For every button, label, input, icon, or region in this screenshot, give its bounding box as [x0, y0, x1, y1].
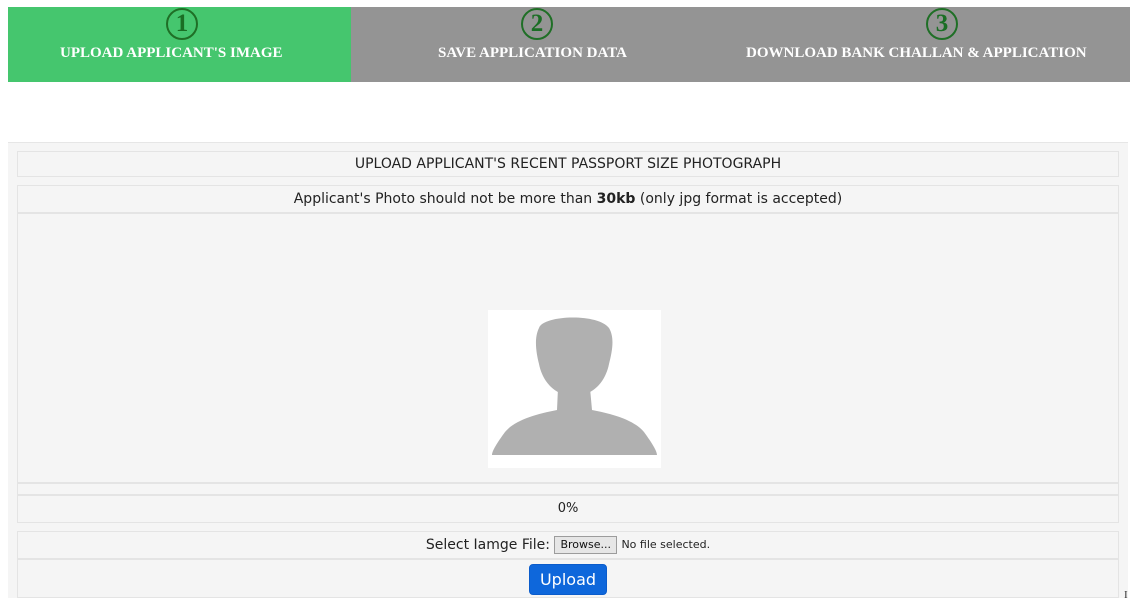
- size-limit: 30kb: [596, 191, 636, 207]
- upload-button[interactable]: Upload: [529, 564, 607, 595]
- photo-preview-row: [17, 213, 1119, 483]
- upload-panel: UPLOAD APPLICANT'S RECENT PASSPORT SIZE …: [8, 142, 1128, 598]
- step-upload-image: 1 UPLOAD APPLICANT'S IMAGE: [8, 7, 351, 82]
- upload-heading: UPLOAD APPLICANT'S RECENT PASSPORT SIZE …: [17, 151, 1119, 177]
- step-label: UPLOAD APPLICANT'S IMAGE: [60, 45, 283, 61]
- file-label: Select Iamge File:: [425, 537, 550, 553]
- file-select-row: Select Iamge File: Browse... No file sel…: [17, 531, 1119, 559]
- size-note: Applicant's Photo should not be more tha…: [17, 185, 1119, 213]
- step-number: 2: [521, 8, 553, 40]
- file-status: No file selected.: [621, 538, 711, 551]
- person-silhouette-icon: [492, 317, 657, 455]
- spacer-row: [17, 483, 1119, 495]
- step-save-application: 2 SAVE APPLICATION DATA: [351, 7, 715, 82]
- step-label: SAVE APPLICATION DATA: [438, 45, 627, 61]
- size-note-suffix: (only jpg format is accepted): [635, 191, 843, 207]
- step-label: DOWNLOAD BANK CHALLAN & APPLICATION: [746, 45, 1087, 61]
- step-number: 1: [166, 8, 198, 40]
- step-number: 3: [926, 8, 958, 40]
- step-download-challan: 3 DOWNLOAD BANK CHALLAN & APPLICATION: [715, 7, 1130, 82]
- stray-character: I: [1124, 589, 1128, 601]
- browse-button[interactable]: Browse...: [554, 536, 617, 554]
- upload-progress: 0%: [17, 495, 1119, 523]
- wizard-steps: 1 UPLOAD APPLICANT'S IMAGE 2 SAVE APPLIC…: [8, 7, 1130, 82]
- size-note-prefix: Applicant's Photo should not be more tha…: [293, 191, 597, 207]
- photo-placeholder: [488, 310, 661, 468]
